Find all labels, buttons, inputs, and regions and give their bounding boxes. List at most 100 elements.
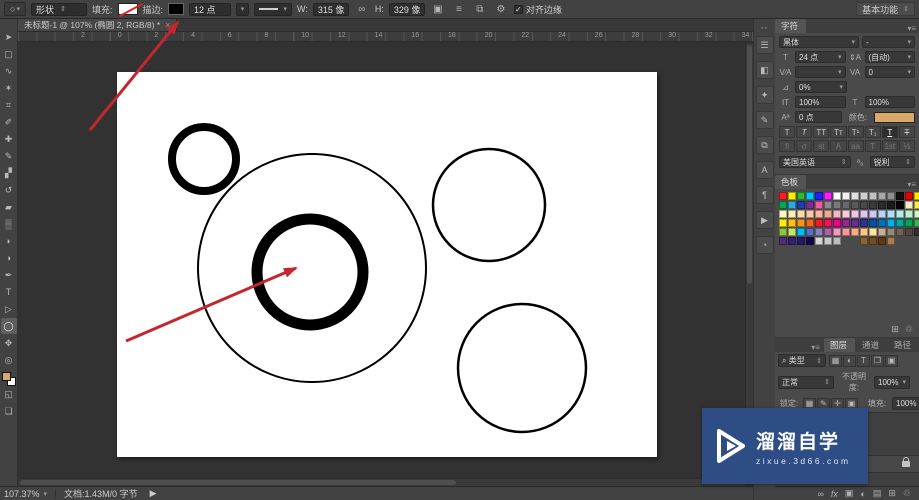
layer-filter-dropdown[interactable]: ⌕ 类型 ⇕ <box>778 354 826 367</box>
brush-tool[interactable]: ✎ <box>1 148 17 164</box>
color-chips[interactable] <box>1 372 16 386</box>
layer-mask-icon[interactable]: ▣ <box>845 488 854 499</box>
color-swatch[interactable] <box>887 210 895 218</box>
antialias-dropdown[interactable]: 锐利 ⇕ <box>869 156 915 168</box>
font-size-dropdown[interactable]: 24 点 ▾ <box>795 51 846 63</box>
color-swatch[interactable] <box>887 219 895 227</box>
clone-stamp-tool[interactable]: ▞ <box>1 165 17 181</box>
color-swatch[interactable] <box>797 237 805 245</box>
color-swatch[interactable] <box>779 237 787 245</box>
fill-color-swatch[interactable] <box>117 3 138 15</box>
color-swatch[interactable] <box>833 201 841 209</box>
color-swatch[interactable] <box>851 228 859 236</box>
type-style-button[interactable]: T <box>881 126 898 138</box>
color-swatch[interactable] <box>779 192 787 200</box>
magic-wand-tool[interactable]: ✶ <box>1 80 17 96</box>
stroke-width-field[interactable]: 12 点 <box>189 2 232 16</box>
color-swatch[interactable] <box>788 210 796 218</box>
leading-dropdown[interactable]: (自动) ▾ <box>864 51 915 63</box>
tracking-dropdown[interactable]: 0 ▾ <box>864 66 915 78</box>
color-swatch[interactable] <box>869 237 877 245</box>
canvas[interactable] <box>117 72 657 457</box>
color-swatch[interactable] <box>797 228 805 236</box>
color-swatch[interactable] <box>860 201 868 209</box>
kerning-dropdown[interactable]: ▾ <box>795 66 846 78</box>
color-swatch[interactable] <box>860 237 868 245</box>
baseline-shift-field[interactable]: 0 点 <box>795 111 842 123</box>
color-swatch[interactable] <box>914 201 919 209</box>
adjustment-layer-icon[interactable]: ◐ <box>860 489 865 499</box>
color-swatch[interactable] <box>815 219 823 227</box>
type-style-button[interactable]: Tт <box>830 126 847 138</box>
color-swatch[interactable] <box>878 201 886 209</box>
tab-layers[interactable]: 图层 <box>823 338 855 352</box>
type-style-button[interactable]: TT <box>813 126 830 138</box>
text-color-swatch[interactable] <box>874 111 915 123</box>
gear-icon[interactable]: ⚙ <box>493 2 509 16</box>
color-swatch[interactable] <box>806 201 814 209</box>
color-swatch[interactable] <box>824 210 832 218</box>
hand-tool[interactable]: ✥ <box>1 335 17 351</box>
color-swatch[interactable] <box>788 219 796 227</box>
color-swatch[interactable] <box>851 201 859 209</box>
color-swatch[interactable] <box>842 219 850 227</box>
color-swatch[interactable] <box>869 210 877 218</box>
color-swatch[interactable] <box>905 210 913 218</box>
color-swatch[interactable] <box>779 201 787 209</box>
color-swatch[interactable] <box>806 219 814 227</box>
color-swatch[interactable] <box>815 192 823 200</box>
opentype-button[interactable]: A <box>830 140 847 152</box>
color-swatch[interactable] <box>905 192 913 200</box>
type-style-button[interactable]: T¹ <box>847 126 864 138</box>
color-swatch[interactable] <box>779 219 787 227</box>
paragraph-panel-icon[interactable]: ¶ <box>755 186 774 204</box>
opentype-button[interactable]: ½ <box>898 140 915 152</box>
new-swatch-icon[interactable]: ⊞ <box>891 324 899 335</box>
color-swatch[interactable] <box>815 228 823 236</box>
zoom-dropdown-icon[interactable]: ▾ <box>44 490 48 498</box>
color-swatch[interactable] <box>869 192 877 200</box>
color-swatch[interactable] <box>806 210 814 218</box>
path-operations-icon[interactable]: ▣ <box>430 2 446 16</box>
history-panel-icon[interactable]: ☰ <box>755 36 774 54</box>
color-swatch[interactable] <box>815 210 823 218</box>
opentype-button[interactable]: 1st <box>881 140 898 152</box>
color-swatch[interactable] <box>788 237 796 245</box>
color-swatch[interactable] <box>779 210 787 218</box>
type-style-button[interactable]: T₁ <box>864 126 881 138</box>
marquee-tool[interactable]: ▢ <box>1 46 17 62</box>
color-swatch[interactable] <box>797 210 805 218</box>
color-swatch[interactable] <box>806 228 814 236</box>
path-selection-tool[interactable]: ▷ <box>1 301 17 317</box>
shape-height-field[interactable]: 329 像 <box>388 2 425 16</box>
filter-type-layers-icon[interactable]: T <box>857 354 870 367</box>
color-swatch[interactable] <box>806 237 814 245</box>
stroke-style-dropdown[interactable]: ▾ <box>254 2 293 16</box>
color-swatch[interactable] <box>914 228 919 236</box>
color-swatch[interactable] <box>806 192 814 200</box>
crop-tool[interactable]: ⌗ <box>1 97 17 113</box>
healing-brush-tool[interactable]: ✚ <box>1 131 17 147</box>
color-swatch[interactable] <box>788 192 796 200</box>
color-swatch[interactable] <box>905 228 913 236</box>
color-swatch[interactable] <box>878 210 886 218</box>
color-swatch[interactable] <box>887 237 895 245</box>
color-swatch[interactable] <box>842 192 850 200</box>
color-swatch[interactable] <box>824 219 832 227</box>
ellipse-shape-tool[interactable]: ◯ <box>0 318 17 334</box>
gradient-tool[interactable]: ▒ <box>1 216 17 232</box>
close-tab-icon[interactable]: × <box>165 20 170 30</box>
path-alignment-icon[interactable]: ≡ <box>451 2 467 16</box>
language-dropdown[interactable]: 美国英语 ⇕ <box>779 156 851 168</box>
color-swatch[interactable] <box>914 219 919 227</box>
screen-mode-icon[interactable]: ❏ <box>1 403 17 419</box>
eraser-tool[interactable]: ▰ <box>1 199 17 215</box>
new-layer-icon[interactable]: ⊞ <box>888 488 896 499</box>
color-swatch[interactable] <box>887 201 895 209</box>
color-swatch[interactable] <box>788 201 796 209</box>
opacity-field[interactable]: 100% ▾ <box>874 375 910 389</box>
link-layers-icon[interactable]: ∞ <box>817 489 823 499</box>
color-swatch[interactable] <box>842 201 850 209</box>
color-swatch[interactable] <box>869 228 877 236</box>
color-swatch[interactable] <box>797 219 805 227</box>
